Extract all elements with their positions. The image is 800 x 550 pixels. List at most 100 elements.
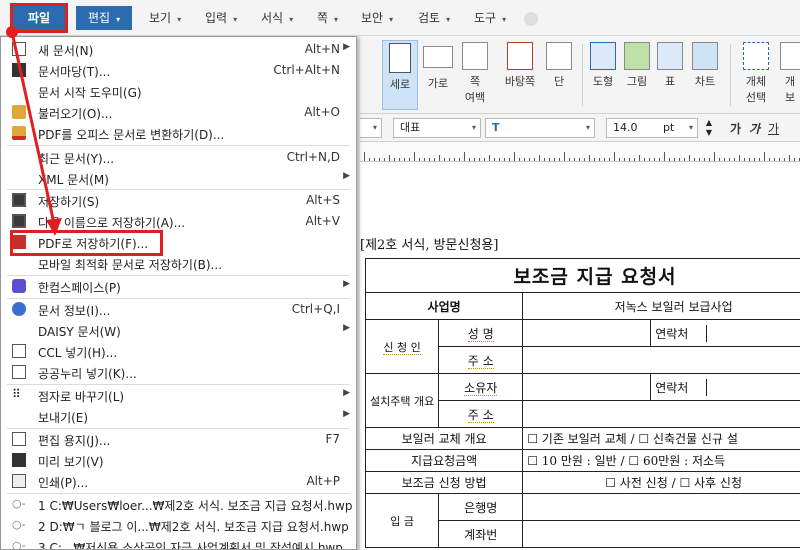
print-preview-icon bbox=[12, 453, 26, 467]
account-value[interactable] bbox=[522, 520, 800, 548]
ribbon-separator bbox=[730, 44, 731, 106]
form-title: 보조금 지급 요청서 bbox=[365, 258, 800, 293]
ribbon-portrait-button[interactable]: 세로 bbox=[382, 40, 418, 110]
ruler-tick bbox=[659, 158, 660, 161]
ruler-tick bbox=[614, 152, 615, 161]
menu-tab-tools[interactable]: 도구 ▾ bbox=[470, 6, 510, 30]
ribbon-table-button[interactable]: 표 bbox=[656, 40, 684, 89]
ribbon-margin-button[interactable]: 쪽 여백 bbox=[457, 40, 493, 105]
landscape-page-icon bbox=[423, 46, 453, 68]
font-name-dropdown[interactable]: T ▾ bbox=[485, 118, 595, 138]
contact-label: 연락처 bbox=[655, 324, 708, 342]
name-value[interactable] bbox=[522, 319, 652, 347]
menu-item-save-mobile[interactable]: 모바일 최적화 문서로 저장하기(B)... bbox=[1, 253, 356, 274]
settings-gear-icon[interactable] bbox=[524, 12, 538, 26]
ruler-tick bbox=[784, 158, 785, 161]
menu-item-shortcut: Ctrl+Alt+N bbox=[273, 63, 340, 77]
menu-item-label: XML 문서(M) bbox=[38, 173, 109, 187]
menu-item-public-license[interactable]: 공공누리 넣기(K)... bbox=[1, 362, 356, 383]
applicant-label-text: 신 청 인 bbox=[383, 340, 421, 355]
menu-item-page-setup[interactable]: 편집 용지(J)... F7 bbox=[1, 429, 356, 450]
menu-item-label: 새 문서(N) bbox=[38, 44, 94, 58]
menu-tab-view[interactable]: 보기 ▾ bbox=[145, 6, 185, 30]
menu-tab-file[interactable]: 파일 bbox=[10, 3, 68, 33]
chevron-down-icon: ▾ bbox=[289, 15, 294, 24]
ruler-tick bbox=[559, 158, 560, 161]
menu-item-open[interactable]: 불러오기(O)... Alt+O bbox=[1, 102, 356, 123]
columns-icon bbox=[546, 42, 572, 70]
menu-item-save-as[interactable]: 다른 이름으로 저장하기(A)... Alt+V bbox=[1, 211, 356, 232]
font-size-stepper[interactable]: ▲ ▼ bbox=[703, 118, 715, 138]
menu-item-save[interactable]: 저장하기(S) Alt+S bbox=[1, 190, 356, 211]
ruler-tick bbox=[389, 155, 390, 161]
menu-item-doc-info[interactable]: 문서 정보(I)... Ctrl+Q,I bbox=[1, 299, 356, 320]
ribbon-picture-button[interactable]: 그림 bbox=[622, 40, 652, 89]
ribbon-object-more-button[interactable]: 개 보 bbox=[780, 40, 800, 105]
italic-button[interactable]: 가 bbox=[749, 120, 760, 137]
menu-item-xml[interactable]: XML 문서(M) ▶ bbox=[1, 168, 356, 189]
menu-item-start-wizard[interactable]: 문서 시작 도우미(G) bbox=[1, 81, 356, 102]
ribbon-column-button[interactable]: 단 bbox=[544, 40, 574, 89]
ribbon-chart-button[interactable]: 차트 bbox=[690, 40, 720, 89]
address-value[interactable] bbox=[522, 346, 800, 374]
ribbon-object-select-button[interactable]: 개체 선택 bbox=[738, 40, 774, 105]
bank-value[interactable] bbox=[522, 493, 800, 521]
menu-item-braille[interactable]: ⠿ 점자로 바꾸기(L) ▶ bbox=[1, 385, 356, 406]
font-size-input[interactable]: 14.0 pt ▾ bbox=[606, 118, 698, 138]
ruler-tick bbox=[639, 155, 640, 161]
bank-group-label: 입 금 bbox=[364, 493, 440, 548]
ccl-icon bbox=[12, 344, 26, 358]
menu-item-templates[interactable]: 문서마당(T)... Ctrl+Alt+N bbox=[1, 60, 356, 81]
menu-item-ccl[interactable]: CCL 넣기(H)... bbox=[1, 341, 356, 362]
menu-item-print[interactable]: 인쇄(P)... Alt+P bbox=[1, 471, 356, 492]
ruler-tick bbox=[534, 158, 535, 161]
menu-item-recent-2[interactable]: ○- 2 D:₩ㄱ 블로그 이...₩제2호 서식. 보조금 지급 요청서.hwp bbox=[1, 515, 356, 536]
chevron-down-icon: ▾ bbox=[502, 15, 507, 24]
menu-tab-edit[interactable]: 편집 ▾ bbox=[76, 6, 132, 30]
menu-item-hancom-space[interactable]: 한컴스페이스(P) ▶ bbox=[1, 276, 356, 297]
table-icon bbox=[657, 42, 683, 70]
menu-item-recent-docs[interactable]: 최근 문서(Y)... Ctrl+N,D bbox=[1, 147, 356, 168]
template-icon bbox=[12, 63, 26, 77]
menu-tab-format[interactable]: 서식 ▾ bbox=[257, 6, 297, 30]
method-value[interactable]: ☐ 사전 신청 / ☐ 사후 신청 bbox=[522, 471, 800, 494]
menu-item-shortcut: Alt+S bbox=[306, 193, 340, 207]
address-label: 주 소 bbox=[438, 346, 524, 374]
paragraph-style-dropdown-tail[interactable]: ▾ bbox=[360, 118, 382, 138]
ribbon-portrait-label: 세로 bbox=[389, 78, 411, 91]
ruler-tick bbox=[579, 158, 580, 161]
menu-item-recent-3[interactable]: ○- 3 C:...₩저신용 소상공인 자금 사업계획서 및 작성예시.hwp bbox=[1, 536, 356, 549]
document-page[interactable]: [제2호 서식, 방문신청용] 보조금 지급 요청서 사업명 저녹스 보일러 보… bbox=[360, 162, 800, 550]
menu-item-print-preview[interactable]: 미리 보기(V) bbox=[1, 450, 356, 471]
menu-tab-security[interactable]: 보안 ▾ bbox=[357, 6, 397, 30]
owner-value[interactable] bbox=[522, 373, 652, 401]
chevron-down-icon: ▾ bbox=[389, 15, 394, 24]
menu-item-pdf-convert[interactable]: PDF를 오피스 문서로 변환하기(D)... bbox=[1, 123, 356, 144]
menu-item-new-document[interactable]: 새 문서(N) Alt+N ▶ bbox=[1, 39, 356, 60]
ruler-tick bbox=[609, 158, 610, 161]
underline-button[interactable]: 가 bbox=[768, 120, 779, 137]
boiler-value[interactable]: ☐ 기존 보일러 교체 / ☐ 신축건물 신규 설 bbox=[522, 427, 800, 450]
ribbon-shape-button[interactable]: 도형 bbox=[588, 40, 618, 89]
site-address-value[interactable] bbox=[522, 400, 800, 428]
menu-item-recent-1[interactable]: ○- 1 C:₩Users₩loer...₩제2호 서식. 보조금 지급 요청서.… bbox=[1, 494, 356, 515]
menu-item-shortcut: Alt+N bbox=[304, 42, 340, 56]
menu-tab-review[interactable]: 검토 ▾ bbox=[414, 6, 454, 30]
ruler-tick bbox=[464, 152, 465, 161]
menu-item-label: 공공누리 넣기(K)... bbox=[38, 367, 137, 381]
font-category-dropdown[interactable]: 대표 ▾ bbox=[393, 118, 481, 138]
owner-label: 소유자 bbox=[438, 373, 524, 401]
ribbon-chart-label: 차트 bbox=[694, 75, 716, 88]
ribbon-master-page-button[interactable]: 바탕쪽 bbox=[497, 40, 543, 89]
menu-tab-page[interactable]: 쪽 ▾ bbox=[313, 6, 342, 30]
menu-tab-insert[interactable]: 입력 ▾ bbox=[201, 6, 241, 30]
ribbon-landscape-button[interactable]: 가로 bbox=[420, 40, 456, 91]
ruler-tick bbox=[529, 158, 530, 161]
menu-item-send[interactable]: 보내기(E) ▶ bbox=[1, 406, 356, 427]
amount-value[interactable]: ☐ 10 만원 : 일반 / ☐ 60만원 : 저소득 bbox=[522, 449, 800, 472]
bold-button[interactable]: 가 bbox=[730, 120, 741, 137]
menu-item-daisy[interactable]: DAISY 문서(W) ▶ bbox=[1, 320, 356, 341]
ruler-tick bbox=[449, 158, 450, 161]
menu-item-label: 인쇄(P)... bbox=[38, 476, 89, 490]
ruler-tick bbox=[434, 158, 435, 161]
